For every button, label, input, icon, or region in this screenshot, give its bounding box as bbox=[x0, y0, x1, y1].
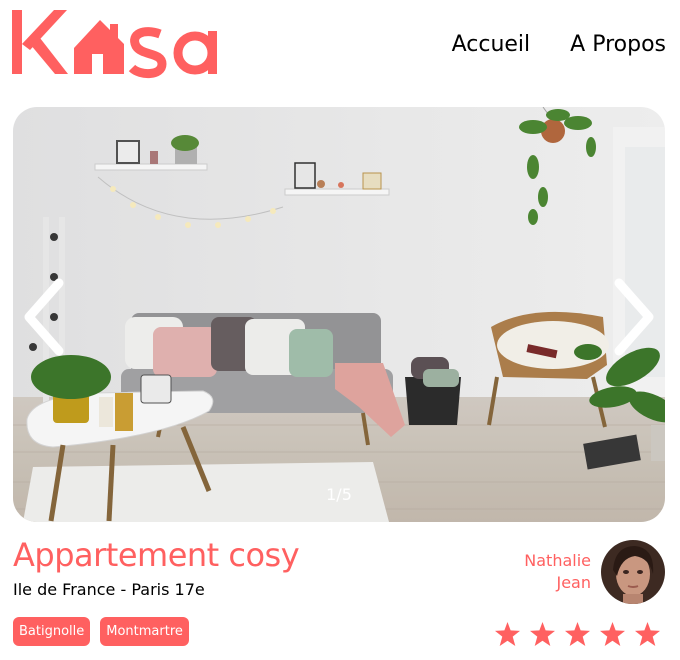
kasa-logo[interactable] bbox=[12, 4, 227, 82]
nav-link-accueil[interactable]: Accueil bbox=[452, 32, 531, 57]
carousel-counter: 1/5 bbox=[326, 485, 352, 504]
rating-stars bbox=[495, 622, 660, 646]
tag: Batignolle bbox=[13, 617, 91, 646]
house-icon bbox=[74, 20, 124, 74]
star-icon bbox=[600, 622, 625, 646]
host-name: Nathalie Jean bbox=[524, 550, 591, 594]
nav-link-a-propos[interactable]: A Propos bbox=[570, 32, 666, 57]
listing-location: Ile de France - Paris 17e bbox=[13, 580, 205, 599]
page: Accueil A Propos 1/5 Appartement cosy Il… bbox=[0, 0, 680, 660]
apartment-photo bbox=[13, 107, 665, 522]
tag-list: Batignolle Montmartre bbox=[13, 617, 189, 646]
main-nav: Accueil A Propos bbox=[452, 32, 666, 57]
listing-title: Appartement cosy bbox=[13, 536, 300, 574]
host-last-name: Jean bbox=[556, 573, 591, 592]
star-icon bbox=[565, 622, 590, 646]
image-carousel: 1/5 bbox=[13, 107, 665, 522]
star-icon bbox=[495, 622, 520, 646]
chevron-right-icon[interactable] bbox=[609, 277, 659, 357]
chevron-left-icon[interactable] bbox=[19, 277, 69, 357]
avatar bbox=[601, 540, 665, 604]
host-info: Nathalie Jean bbox=[524, 540, 665, 604]
star-icon bbox=[635, 622, 660, 646]
tag: Montmartre bbox=[100, 617, 189, 646]
header: Accueil A Propos bbox=[12, 4, 668, 84]
star-icon bbox=[530, 622, 555, 646]
host-first-name: Nathalie bbox=[524, 551, 591, 570]
